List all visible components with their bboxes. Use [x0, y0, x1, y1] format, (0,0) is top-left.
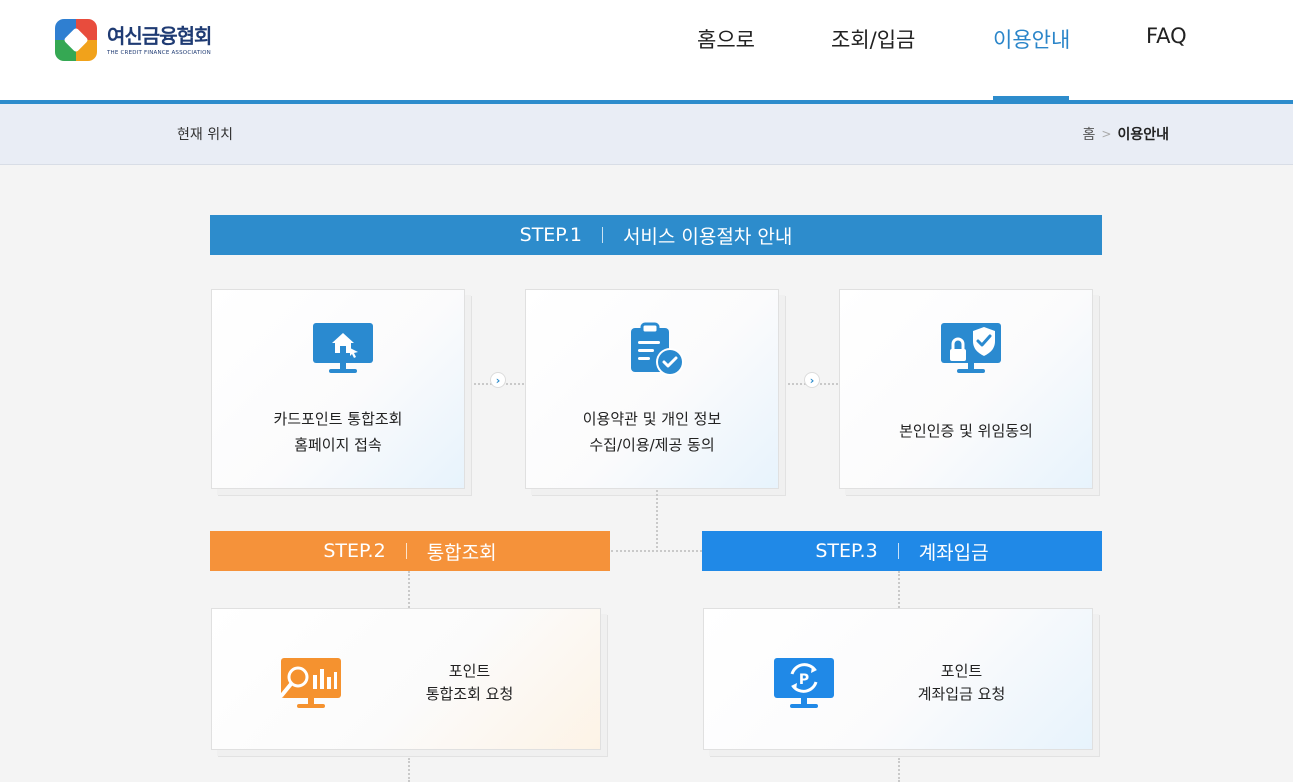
connector-line [611, 550, 702, 552]
logo-name-ko: 여신금융협회 [107, 23, 212, 48]
step3-card-deposit-request: P 포인트 계좌입금 요청 [703, 608, 1093, 750]
connector-line [656, 490, 658, 552]
step3-divider [897, 543, 899, 559]
nav-active-indicator [993, 96, 1069, 100]
breadcrumb-home[interactable]: 홈 [1083, 124, 1096, 144]
monitor-search-chart-icon [280, 658, 341, 708]
next-arrow-icon: › [804, 372, 820, 388]
svg-text:P: P [799, 672, 809, 688]
connector-line [898, 571, 900, 608]
step1-number: STEP.1 [519, 224, 582, 246]
connector-line [408, 758, 410, 782]
breadcrumb-current: 이용안내 [1117, 127, 1169, 143]
step1-title: 서비스 이용절차 안내 [622, 225, 793, 248]
card-label-line1: 포인트 [940, 662, 983, 680]
step3-number: STEP.3 [815, 540, 878, 562]
monitor-home-icon [313, 323, 373, 373]
logo-text: 여신금융협회 THE CREDIT FINANCE ASSOCIATION [107, 23, 212, 56]
monitor-lock-shield-icon [941, 323, 1001, 373]
step1-card-homepage: 카드포인트 통합조회 홈페이지 접속 [211, 289, 465, 489]
step1-card-terms-consent: 이용약관 및 개인 정보 수집/이용/제공 동의 [525, 289, 779, 489]
nav-guide[interactable]: 이용안내 [993, 24, 1070, 54]
step2-title: 통합조회 [426, 541, 497, 564]
logo-name-en: THE CREDIT FINANCE ASSOCIATION [107, 49, 211, 56]
card-label-line1: 포인트 [448, 662, 491, 680]
nav-faq[interactable]: FAQ [1146, 24, 1187, 48]
card-label-line2: 계좌입금 요청 [917, 685, 1006, 703]
step1-header: STEP.1 서비스 이용절차 안내 [210, 215, 1102, 255]
card-label-line2: 홈페이지 접속 [294, 436, 382, 454]
step2-divider [405, 543, 407, 559]
step2-header: STEP.2 통합조회 [210, 531, 610, 571]
card-label-line1: 본인인증 및 위임동의 [899, 422, 1033, 440]
card-label-line1: 이용약관 및 개인 정보 [582, 410, 722, 428]
step3-title: 계좌입금 [918, 541, 989, 564]
connector-line [408, 571, 410, 608]
site-header: 여신금융협회 THE CREDIT FINANCE ASSOCIATION 홈으… [0, 0, 1293, 104]
step1-divider [601, 227, 603, 243]
step2-number: STEP.2 [323, 540, 386, 562]
step2-card-inquiry-request: 포인트 통합조회 요청 [211, 608, 601, 750]
step1-card-verification: 본인인증 및 위임동의 [839, 289, 1093, 489]
step3-header: STEP.3 계좌입금 [702, 531, 1102, 571]
location-label: 현재 위치 [177, 127, 233, 143]
nav-home[interactable]: 홈으로 [697, 24, 755, 54]
next-arrow-icon: › [490, 372, 506, 388]
nav-inquiry-deposit[interactable]: 조회/입금 [831, 24, 915, 54]
location-bar: 현재 위치 홈 > 이용안내 [0, 104, 1293, 165]
card-label-line1: 카드포인트 통합조회 [273, 410, 403, 428]
logo-mark-icon [55, 19, 97, 61]
card-label-line2: 통합조회 요청 [425, 685, 514, 703]
clipboard-check-icon [631, 322, 684, 376]
connector-line [898, 758, 900, 782]
breadcrumb-separator: > [1101, 127, 1112, 141]
site-logo[interactable]: 여신금융협회 THE CREDIT FINANCE ASSOCIATION [55, 19, 212, 61]
card-label-line2: 수집/이용/제공 동의 [589, 436, 715, 454]
breadcrumb: 홈 > 이용안내 [1083, 124, 1169, 144]
monitor-point-transfer-icon: P [774, 658, 834, 708]
